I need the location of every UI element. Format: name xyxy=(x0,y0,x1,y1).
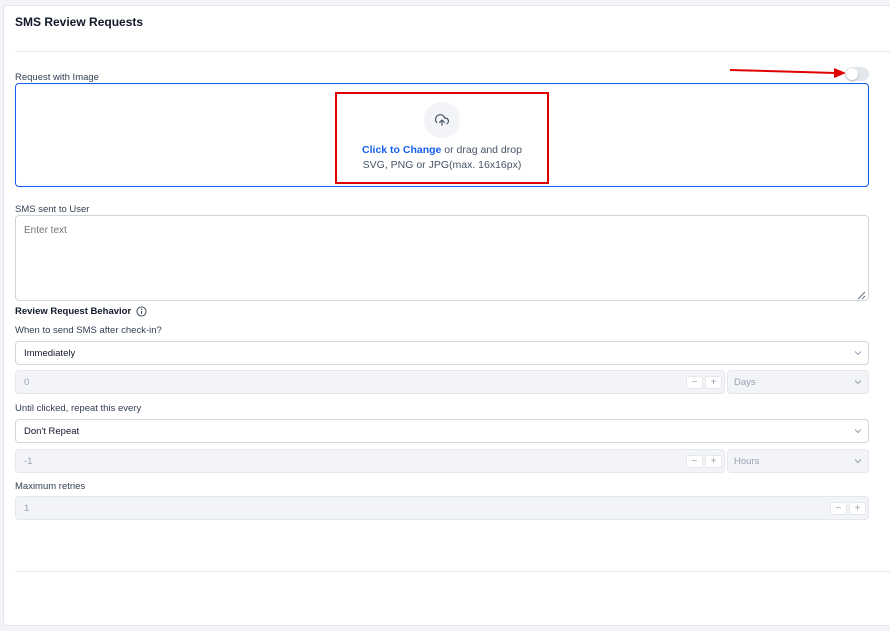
send-delay-stepper[interactable]: 0 − + xyxy=(15,370,725,394)
maximum-retries-stepper[interactable]: 1 − + xyxy=(15,496,869,520)
increment-button[interactable]: + xyxy=(849,502,866,515)
repeat-every-label: Until clicked, repeat this every xyxy=(15,403,142,414)
behavior-heading-text: Review Request Behavior xyxy=(15,306,132,317)
review-request-behavior-heading: Review Request Behavior xyxy=(15,306,147,317)
annotation-arrow xyxy=(729,68,846,78)
upload-icon-button[interactable] xyxy=(424,102,460,138)
sms-text-input[interactable] xyxy=(15,215,869,301)
repeat-interval-stepper[interactable]: -1 − + xyxy=(15,449,725,473)
send-delay-value: 0 xyxy=(24,376,30,388)
repeat-interval-unit-select[interactable]: Hours xyxy=(727,449,869,473)
maximum-retries-value: 1 xyxy=(24,502,30,514)
decrement-button[interactable]: − xyxy=(686,376,703,389)
click-to-change-link[interactable]: Click to Change xyxy=(362,144,441,156)
footer-divider xyxy=(15,571,890,572)
chevron-down-icon xyxy=(854,459,862,464)
repeat-select[interactable]: Don't Repeat xyxy=(15,419,869,443)
resize-grip-icon[interactable] xyxy=(856,290,866,300)
request-with-image-label: Request with Image xyxy=(15,72,99,83)
toggle-knob xyxy=(846,68,858,80)
repeat-interval-value: -1 xyxy=(24,455,33,467)
maximum-retries-label: Maximum retries xyxy=(15,481,86,492)
upload-formats-text: SVG, PNG or JPG(max. 16x16px) xyxy=(362,159,522,171)
send-timing-select[interactable]: Immediately xyxy=(15,341,869,365)
request-with-image-toggle[interactable] xyxy=(845,67,869,81)
chevron-down-icon xyxy=(854,380,862,385)
repeat-interval-unit-value: Hours xyxy=(734,455,760,467)
sms-sent-to-user-label: SMS sent to User xyxy=(15,204,90,215)
repeat-value: Don't Repeat xyxy=(24,425,80,437)
send-delay-unit-value: Days xyxy=(734,376,756,388)
send-after-checkin-label: When to send SMS after check-in? xyxy=(15,325,162,336)
header-divider xyxy=(15,51,890,52)
upload-instructions: Click to Change or drag and drop xyxy=(340,144,544,156)
info-circle-icon[interactable] xyxy=(136,306,147,317)
chevron-down-icon xyxy=(854,429,862,434)
upload-cloud-icon xyxy=(435,114,449,126)
decrement-button[interactable]: − xyxy=(686,455,703,468)
section-title: SMS Review Requests xyxy=(15,15,144,29)
increment-button[interactable]: + xyxy=(705,455,722,468)
chevron-down-icon xyxy=(854,351,862,356)
send-timing-value: Immediately xyxy=(24,347,76,359)
increment-button[interactable]: + xyxy=(705,376,722,389)
decrement-button[interactable]: − xyxy=(830,502,847,515)
send-delay-unit-select[interactable]: Days xyxy=(727,370,869,394)
drag-drop-text: or drag and drop xyxy=(441,144,522,156)
